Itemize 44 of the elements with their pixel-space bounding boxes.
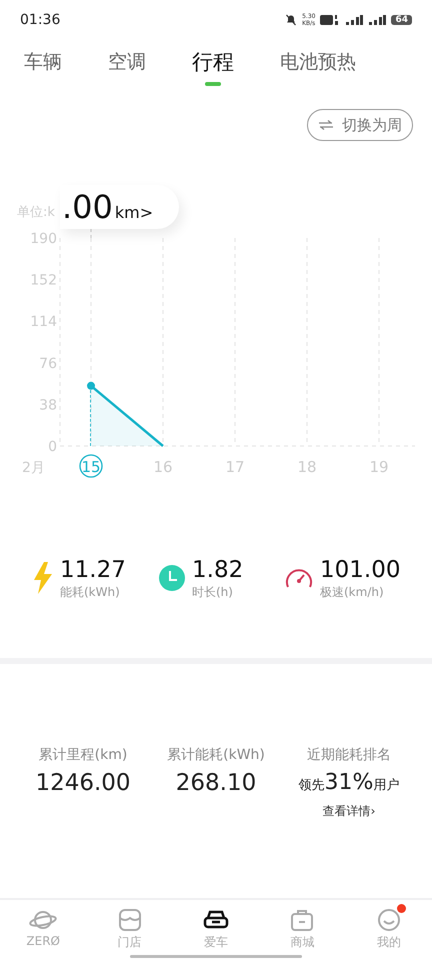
signal-icon (345, 14, 364, 26)
mute-icon (285, 14, 298, 26)
hd-icon (320, 14, 340, 26)
nav-item[interactable]: 商城 (259, 900, 346, 960)
total-value: 1246.00 (35, 770, 131, 796)
selected-point (87, 382, 95, 390)
details-link[interactable]: 查看详情› (322, 803, 376, 820)
bag-icon (289, 908, 316, 932)
nav-item[interactable]: 我的 (346, 900, 432, 960)
status-time: 01:36 (20, 12, 60, 28)
notification-dot (396, 904, 406, 913)
total-label: 累计里程(km) (38, 746, 128, 764)
tab[interactable]: 车辆 (20, 43, 66, 85)
stat-value: 101.00 (320, 556, 400, 584)
planet-icon (29, 908, 58, 932)
nav-item[interactable]: 爱车 (172, 900, 260, 960)
tab[interactable]: 行程 (188, 42, 238, 86)
total-label: 累计能耗(kWh) (167, 746, 265, 764)
tooltip-unit: km> (114, 203, 154, 222)
store-icon (116, 908, 143, 932)
stat-label: 时长(h) (192, 584, 234, 600)
reference-line (90, 390, 91, 446)
ranking-label: 近期能耗排名 (307, 746, 391, 764)
tab[interactable]: 空调 (104, 43, 150, 85)
clock-icon (159, 565, 185, 591)
signal-icon (368, 14, 386, 26)
stat-label: 极速(km/h) (320, 584, 385, 600)
nav-item[interactable]: 门店 (86, 900, 173, 960)
swap-icon (318, 120, 334, 130)
stat-value: 11.27 (60, 556, 126, 584)
stat-value: 1.82 (192, 556, 244, 584)
total-value: 268.10 (176, 770, 256, 796)
tab[interactable]: 电池预热 (276, 43, 360, 85)
lightning-icon (33, 562, 53, 594)
tooltip-value: .00 (62, 187, 113, 228)
nav-item[interactable]: ZERØ (0, 900, 86, 960)
switch-week-button[interactable]: 切换为周 (307, 109, 413, 141)
speedometer-icon (285, 567, 313, 589)
value-tooltip[interactable]: .00 km> (60, 185, 180, 229)
date-label[interactable]: 15 (81, 458, 101, 476)
stat-label: 能耗(kWh) (60, 584, 121, 600)
battery-indicator: 64 (391, 15, 412, 25)
ranking-text: 领先31%用户 (298, 770, 400, 795)
smiley-icon (376, 908, 402, 932)
